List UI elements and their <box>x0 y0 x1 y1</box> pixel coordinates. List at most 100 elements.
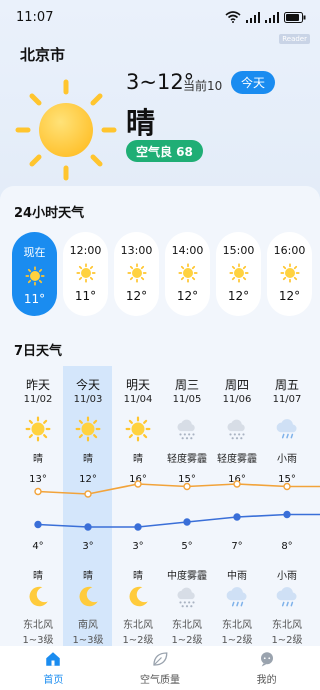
sun-icon <box>75 263 96 283</box>
low-temp: 4° <box>32 541 44 552</box>
temperature-curve <box>34 480 320 531</box>
day-condition: 晴 <box>83 454 93 465</box>
low-temp-point <box>233 513 241 521</box>
day-name: 周五 <box>274 378 299 392</box>
tab-label: 首页 <box>43 675 64 686</box>
low-temp: 3° <box>82 541 94 552</box>
sun-icon <box>125 416 151 442</box>
tab-label: 空气质量 <box>140 675 180 686</box>
day-name: 昨天 <box>25 378 50 392</box>
status-bar: 11:07 <box>0 0 320 34</box>
day-date: 11/06 <box>222 394 252 405</box>
low-temp-line <box>37 513 320 528</box>
sun-icon <box>177 263 198 283</box>
night-condition: 小雨 <box>277 571 297 582</box>
day-date: 11/05 <box>172 394 202 405</box>
moon-icon <box>125 584 151 610</box>
low-temp-point <box>84 523 92 531</box>
sun-icon <box>279 263 300 283</box>
low-temp-point <box>34 520 42 529</box>
hour-item[interactable]: 现在 11° <box>12 232 57 316</box>
day-name: 今天 <box>75 378 100 392</box>
hour-time: 14:00 <box>171 244 204 257</box>
hour-item[interactable]: 12:00 11° <box>63 232 108 316</box>
hour-time: 现在 <box>23 246 46 259</box>
hourly-list[interactable]: 现在 11° 12:00 11° 13:00 12° 14:00 12° 15:… <box>12 232 320 316</box>
sun-icon <box>228 263 249 283</box>
status-icons <box>225 11 306 23</box>
home-icon <box>44 650 62 671</box>
low-temp: 5° <box>181 541 193 552</box>
hour-item[interactable]: 14:00 12° <box>165 232 210 316</box>
hour-time: 12:00 <box>69 244 102 257</box>
aqi-badge[interactable]: 空气良 68 <box>126 140 203 162</box>
low-temp-point <box>283 510 291 519</box>
sun-icon <box>75 416 101 442</box>
bottom-tab-bar: 首页 空气质量 我的 <box>0 646 320 690</box>
tab-chat[interactable]: 我的 <box>213 646 320 690</box>
reader-tag: Reader <box>279 34 310 44</box>
day-date: 11/04 <box>123 394 153 405</box>
wifi-icon <box>225 11 241 23</box>
status-time: 11:07 <box>16 9 54 25</box>
sun-icon <box>25 416 51 442</box>
battery-icon <box>284 11 306 23</box>
wind-direction: 东北风 <box>222 620 252 631</box>
low-temp-point <box>134 523 142 531</box>
night-condition: 晴 <box>83 571 93 582</box>
low-temp: 7° <box>231 541 243 552</box>
high-temp-point <box>183 482 191 491</box>
wind-direction: 南风 <box>78 620 98 631</box>
night-condition: 中度雾霾 <box>167 571 207 582</box>
night-condition: 晴 <box>133 571 143 582</box>
day-date: 11/03 <box>73 394 103 405</box>
tab-home[interactable]: 首页 <box>0 646 107 690</box>
current-temp-label: 当前10 <box>183 79 223 93</box>
hour-temp: 12° <box>125 289 148 303</box>
rain-icon <box>274 584 300 610</box>
day-name: 周三 <box>174 378 199 392</box>
chat-icon <box>258 650 276 671</box>
hour-time: 13:00 <box>120 244 153 257</box>
today-button[interactable]: 今天 <box>231 71 275 94</box>
hour-item[interactable]: 15:00 12° <box>216 232 261 316</box>
wind-direction: 东北风 <box>272 620 302 631</box>
rain-icon <box>224 584 250 610</box>
wind-level: 1~2级 <box>171 635 203 646</box>
day-condition: 轻度雾霾 <box>167 454 207 465</box>
hour-temp: 12° <box>176 289 199 303</box>
signal-icon <box>246 11 260 23</box>
city-name[interactable]: 北京市 <box>20 44 65 65</box>
high-temp-point <box>283 482 291 491</box>
haze-icon <box>174 416 200 442</box>
high-temp-line <box>37 483 320 495</box>
day-date: 11/02 <box>23 394 53 405</box>
low-temp-point <box>183 518 191 526</box>
hour-item[interactable]: 13:00 12° <box>114 232 159 316</box>
wind-direction: 东北风 <box>172 620 202 631</box>
weather-condition: 晴 <box>126 106 156 140</box>
hour-time: 16:00 <box>273 244 306 257</box>
low-temp: 3° <box>132 541 144 552</box>
day-name: 明天 <box>125 378 150 392</box>
haze-icon <box>224 416 250 442</box>
high-temp-point <box>34 487 42 496</box>
sun-icon <box>24 266 45 286</box>
wind-level: 1~2级 <box>271 635 303 646</box>
night-condition: 中雨 <box>227 571 247 582</box>
sun-icon <box>126 263 147 283</box>
hour-temp: 11° <box>74 289 97 303</box>
signal-2-icon <box>265 11 279 23</box>
moon-icon <box>25 584 51 610</box>
hour-temp: 11° <box>23 292 46 306</box>
sun-icon <box>15 79 117 181</box>
day-condition: 晴 <box>33 454 43 465</box>
hour-temp: 12° <box>227 289 250 303</box>
daily-title: 7日天气 <box>14 344 63 359</box>
hour-temp: 12° <box>278 289 301 303</box>
tab-leaf[interactable]: 空气质量 <box>107 646 214 690</box>
hour-item[interactable]: 16:00 12° <box>267 232 312 316</box>
high-temp-point <box>233 480 241 488</box>
low-temp: 8° <box>281 541 293 552</box>
haze-icon <box>174 584 200 610</box>
